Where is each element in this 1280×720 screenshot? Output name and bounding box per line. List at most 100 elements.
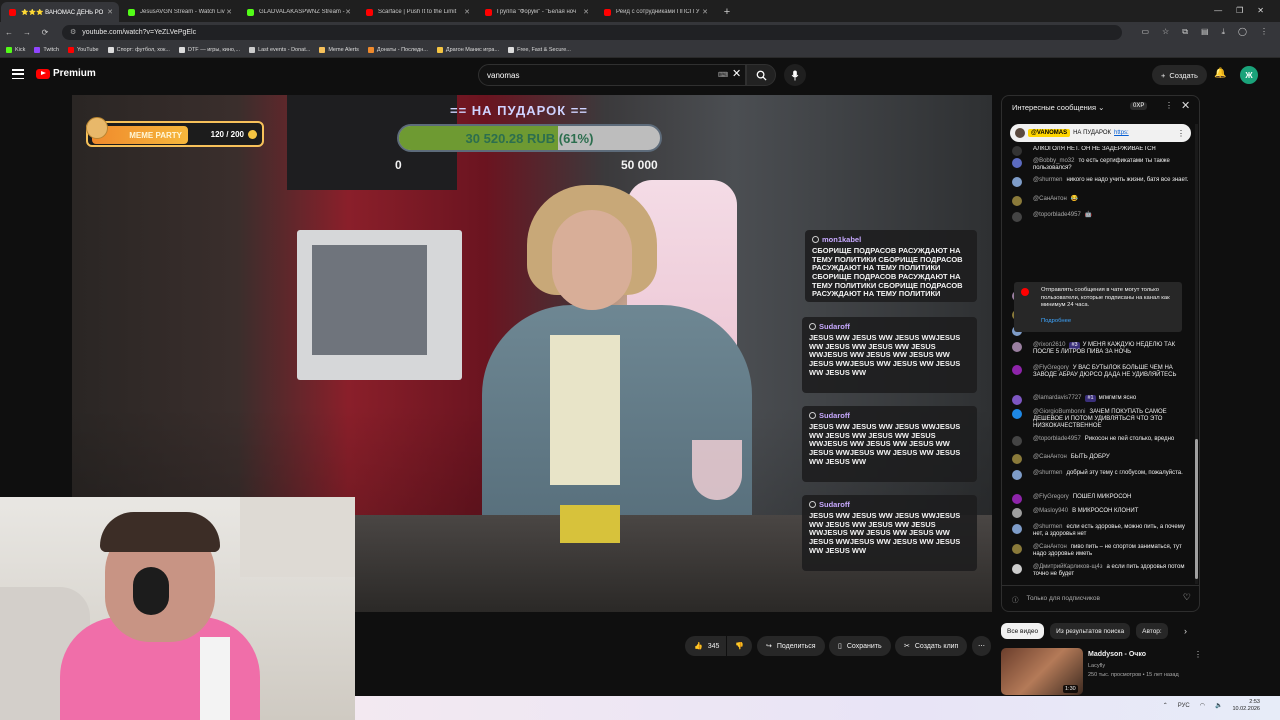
browser-tab[interactable]: JesusAVGN Stream - Watch Liv ✕	[120, 2, 238, 22]
forward-icon[interactable]: →	[18, 28, 36, 37]
tab-close-icon[interactable]: ✕	[107, 8, 113, 16]
more-actions-button[interactable]: ⋯	[972, 636, 991, 656]
filter-chip[interactable]: Из результатов поиска	[1050, 623, 1131, 639]
chat-avatar[interactable]	[1012, 436, 1022, 446]
tab-close-icon[interactable]: ✕	[226, 8, 232, 16]
tab-close-icon[interactable]: ✕	[583, 8, 589, 16]
tab-close-icon[interactable]: ✕	[464, 8, 470, 16]
related-video[interactable]: 1:30 Maddyson - Очко Lacyfly 250 тыс. пр…	[1001, 648, 1202, 696]
back-icon[interactable]: ←	[0, 28, 18, 37]
chat-avatar[interactable]	[1012, 342, 1022, 352]
chat-username[interactable]: @rixon2610	[1033, 342, 1065, 348]
new-tab-icon[interactable]: +	[720, 5, 734, 19]
filter-chip[interactable]: Все видео	[1001, 623, 1045, 639]
like-button[interactable]: 👍 345	[685, 636, 727, 656]
chat-username[interactable]: @shurmen	[1033, 177, 1062, 183]
download-icon[interactable]: ⤓	[1222, 27, 1226, 37]
chat-username[interactable]: @Masloy940	[1033, 508, 1068, 514]
chat-username[interactable]: @shurmen	[1033, 524, 1062, 530]
dislike-button[interactable]: 👎	[727, 636, 752, 656]
maximize-icon[interactable]: ❐	[1236, 6, 1243, 15]
filter-chip[interactable]: Автор:	[1136, 623, 1168, 639]
related-channel[interactable]: Lacyfly	[1088, 663, 1105, 669]
save-button[interactable]: ▯ Сохранить	[829, 636, 891, 656]
bookmark-item[interactable]: Free, Fast & Secure...	[508, 46, 571, 53]
language-indicator[interactable]: РУС	[1178, 703, 1190, 709]
account-avatar[interactable]: Ж	[1240, 66, 1258, 84]
chat-avatar[interactable]	[1012, 395, 1022, 405]
chat-scrollbar[interactable]	[1195, 124, 1198, 584]
pinned-link[interactable]: https:	[1114, 130, 1129, 136]
chat-message-list[interactable]: АЛКОГОЛЯ НЕТ. ОН НЕ ЗАДЕРЖИВАЕТСЯ @Bobby_…	[1002, 146, 1192, 586]
browser-tab[interactable]: GLADVALAKASPWNZ Stream - ✕	[239, 2, 357, 22]
youtube-logo[interactable]: Premium	[36, 68, 96, 79]
chat-input[interactable]: ⓘ Только для подписчиков ♡	[1002, 585, 1199, 611]
browser-menu-icon[interactable]: ⋮	[1260, 27, 1268, 37]
chat-username[interactable]: @Bobby_mo32	[1033, 158, 1074, 164]
chat-avatar[interactable]	[1012, 409, 1022, 419]
bookmark-item[interactable]: DTF — игры, кино,...	[178, 46, 240, 53]
site-info-icon[interactable]: ⚙	[70, 28, 76, 36]
cast-icon[interactable]: ▭	[1141, 27, 1149, 37]
chat-avatar[interactable]	[1012, 196, 1022, 206]
browser-tab[interactable]: Группа "Форум" - "Белая ноч ✕	[477, 2, 595, 22]
chat-username[interactable]: @ДмитрийКарликов-щ4з	[1033, 564, 1102, 570]
chat-mode-dropdown[interactable]: Интересные сообщения ⌄	[1012, 103, 1104, 112]
pinned-message[interactable]: @VANOMAS НА ПУДАРОК https: ⋮	[1010, 124, 1191, 142]
chat-username[interactable]: @СанАнтон	[1033, 454, 1067, 460]
chevron-right-icon[interactable]: ›	[1184, 626, 1187, 636]
chat-avatar[interactable]	[1012, 470, 1022, 480]
bookmark-item[interactable]: YouTube	[67, 46, 99, 53]
browser-tab[interactable]: Рейд с сотрудниками ППСП У ✕	[596, 2, 714, 22]
chat-avatar[interactable]	[1012, 524, 1022, 534]
bookmark-item[interactable]: Спорт: футбол, хок...	[107, 46, 170, 53]
url-bar[interactable]: ⚙ youtube.com/watch?v=YeZLVePgElc	[62, 24, 1122, 40]
chat-avatar[interactable]	[1012, 158, 1022, 168]
chat-username[interactable]: @toporblade4957	[1033, 212, 1081, 218]
chat-username[interactable]: @СанАнтон	[1033, 544, 1067, 550]
chat-avatar[interactable]	[1012, 454, 1022, 464]
related-title[interactable]: Maddyson - Очко	[1088, 651, 1146, 658]
chat-avatar[interactable]	[1012, 564, 1022, 574]
sidebar-icon[interactable]: ▤	[1201, 27, 1209, 37]
bookmark-star-icon[interactable]: ☆	[1162, 27, 1169, 37]
bookmark-item[interactable]: Kick	[6, 46, 25, 53]
bookmark-item[interactable]: Meme Alerts	[319, 46, 359, 53]
notifications-bell-icon[interactable]: 🔔	[1214, 68, 1226, 79]
chat-username[interactable]: @GiorgioBumbonni	[1033, 409, 1085, 415]
tab-close-icon[interactable]: ✕	[702, 8, 708, 16]
profile-icon[interactable]: ◯	[1238, 27, 1247, 37]
chat-scrollbar-thumb[interactable]	[1195, 439, 1198, 579]
notice-link[interactable]: Подробнее	[1041, 318, 1071, 326]
heart-icon[interactable]: ♡	[1183, 592, 1191, 603]
chat-avatar[interactable]	[1012, 146, 1022, 156]
chat-username[interactable]: @toporblade4957	[1033, 436, 1081, 442]
search-input[interactable]: vanomas	[478, 64, 746, 86]
browser-tab[interactable]: Scarface | Push It to the Limit ✕	[358, 2, 476, 22]
bookmark-item[interactable]: Драгон Манис игра...	[436, 46, 499, 53]
chat-username[interactable]: @FlyGregory	[1033, 494, 1069, 500]
chat-avatar[interactable]	[1012, 494, 1022, 504]
share-button[interactable]: ↪ Поделиться	[757, 636, 825, 656]
chat-close-icon[interactable]: ✕	[1181, 99, 1190, 112]
chat-username[interactable]: @FlyGregory	[1033, 365, 1069, 371]
clear-search-icon[interactable]: ✕	[732, 67, 741, 80]
chat-username[interactable]: @lamardavis7727	[1033, 395, 1081, 401]
clip-button[interactable]: ✂ Создать клип	[895, 636, 968, 656]
chat-more-icon[interactable]: ⋮	[1165, 101, 1173, 110]
related-more-icon[interactable]: ⋮	[1194, 650, 1202, 659]
hamburger-menu-icon[interactable]	[12, 69, 24, 79]
extensions-icon[interactable]: ⧉	[1182, 27, 1188, 37]
chat-avatar[interactable]	[1012, 212, 1022, 222]
volume-icon[interactable]: 🔈	[1215, 702, 1222, 709]
reload-icon[interactable]: ⟳	[36, 28, 54, 37]
bookmark-item[interactable]: Last events - Donat...	[249, 46, 310, 53]
chat-username[interactable]: @shurmen	[1033, 470, 1062, 476]
close-window-icon[interactable]: ✕	[1257, 6, 1264, 15]
search-button[interactable]	[746, 64, 776, 86]
chat-avatar[interactable]	[1012, 177, 1022, 187]
browser-tab[interactable]: ⭐⭐⭐ ВАНОМАС ДЕНЬ РО ✕	[1, 2, 119, 22]
xp-badge[interactable]: 0XP	[1130, 102, 1148, 110]
create-button[interactable]: + Создать	[1152, 65, 1207, 85]
chat-avatar[interactable]	[1012, 508, 1022, 518]
